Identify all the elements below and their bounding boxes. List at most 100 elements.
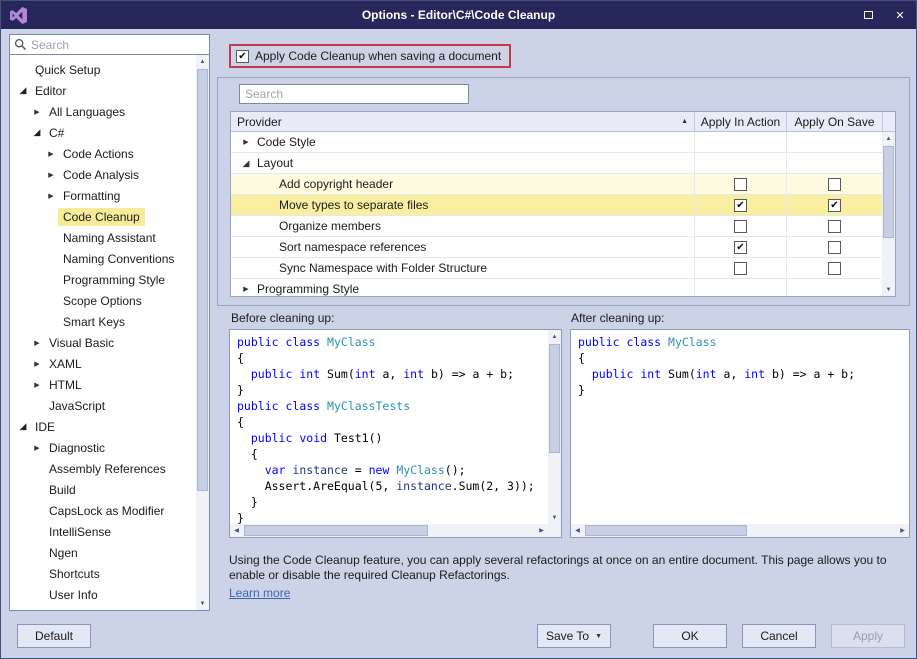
- sidebar-item-html[interactable]: ▶HTML: [10, 374, 209, 395]
- sidebar-item-ide[interactable]: ◢IDE: [10, 416, 209, 437]
- ok-button[interactable]: OK: [653, 624, 727, 648]
- expand-arrow-icon[interactable]: ▶: [30, 339, 44, 347]
- scrollbar-thumb[interactable]: [197, 69, 208, 491]
- tree-scrollbar[interactable]: ▲ ▼: [196, 55, 209, 610]
- sidebar-item-javascript[interactable]: JavaScript: [10, 395, 209, 416]
- learn-more-link[interactable]: Learn more: [229, 586, 290, 600]
- scrollbar-thumb[interactable]: [585, 525, 747, 536]
- scrollbar-thumb[interactable]: [883, 146, 894, 238]
- scroll-left-arrow-icon[interactable]: ◀: [571, 524, 584, 537]
- grid-row-organize-members[interactable]: Organize members: [231, 216, 882, 237]
- apply-in-action-checkbox[interactable]: [734, 178, 747, 191]
- sidebar-item-user-info[interactable]: User Info: [10, 584, 209, 605]
- apply-on-save-checkbox[interactable]: [828, 178, 841, 191]
- sidebar-item-editor[interactable]: ◢Editor: [10, 80, 209, 101]
- close-button[interactable]: ✕: [884, 1, 916, 29]
- collapse-arrow-icon[interactable]: ◢: [239, 158, 253, 169]
- scroll-down-arrow-icon[interactable]: ▼: [548, 511, 561, 524]
- apply-on-save-checkbox[interactable]: [828, 220, 841, 233]
- apply-code-cleanup-checkbox[interactable]: ✔: [236, 50, 249, 63]
- apply-on-save-checkbox[interactable]: [828, 262, 841, 275]
- apply-on-save-column-header[interactable]: Apply On Save: [786, 112, 882, 131]
- apply-in-action-column-header[interactable]: Apply In Action: [694, 112, 786, 131]
- sidebar-item-code-analysis[interactable]: ▶Code Analysis: [10, 164, 209, 185]
- grid-row-add-copyright-header[interactable]: Add copyright header: [231, 174, 882, 195]
- grid-row-code-style[interactable]: ▶Code Style: [231, 132, 882, 153]
- apply-in-action-checkbox[interactable]: [734, 262, 747, 275]
- checkbox-cell: ✔: [694, 237, 786, 257]
- sidebar-item-code-cleanup[interactable]: Code Cleanup: [10, 206, 209, 227]
- sidebar-item-diagnostic[interactable]: ▶Diagnostic: [10, 437, 209, 458]
- expand-arrow-icon[interactable]: ▶: [44, 192, 58, 200]
- sidebar-item-naming-assistant[interactable]: Naming Assistant: [10, 227, 209, 248]
- scrollbar-thumb[interactable]: [549, 344, 560, 453]
- expand-arrow-icon[interactable]: ▶: [30, 381, 44, 389]
- sidebar-search-input[interactable]: [27, 38, 209, 52]
- sidebar-item-visual-basic[interactable]: ▶Visual Basic: [10, 332, 209, 353]
- grid-row-layout[interactable]: ◢Layout: [231, 153, 882, 174]
- grid-row-move-types-to-separate-files[interactable]: Move types to separate files✔✔: [231, 195, 882, 216]
- apply-in-action-checkbox[interactable]: [734, 220, 747, 233]
- scroll-up-arrow-icon[interactable]: ▲: [882, 132, 895, 145]
- apply-on-save-checkbox[interactable]: ✔: [828, 199, 841, 212]
- apply-on-save-setting[interactable]: ✔ Apply Code Cleanup when saving a docum…: [229, 44, 511, 68]
- scroll-up-arrow-icon[interactable]: ▲: [548, 330, 561, 343]
- sidebar-item-c[interactable]: ◢C#: [10, 122, 209, 143]
- before-code-panel: public class MyClass{ public int Sum(int…: [229, 329, 562, 538]
- sidebar-item-label: Diagnostic: [44, 439, 110, 457]
- sidebar-item-quick-setup[interactable]: Quick Setup: [10, 59, 209, 80]
- apply-in-action-checkbox[interactable]: ✔: [734, 199, 747, 212]
- scroll-left-arrow-icon[interactable]: ◀: [230, 524, 243, 537]
- save-to-button[interactable]: Save To ▼: [537, 624, 611, 648]
- sidebar-item-all-languages[interactable]: ▶All Languages: [10, 101, 209, 122]
- provider-search-input[interactable]: [240, 87, 468, 101]
- collapse-arrow-icon[interactable]: ◢: [16, 421, 30, 432]
- grid-scrollbar[interactable]: ▲ ▼: [882, 132, 895, 296]
- expand-arrow-icon[interactable]: ▶: [30, 444, 44, 452]
- after-horizontal-scrollbar[interactable]: ◀ ▶: [571, 524, 909, 537]
- sidebar-item-label: Smart Keys: [58, 313, 130, 331]
- collapse-arrow-icon[interactable]: ◢: [16, 85, 30, 96]
- sidebar-item-formatting[interactable]: ▶Formatting: [10, 185, 209, 206]
- collapse-arrow-icon[interactable]: ◢: [30, 127, 44, 138]
- maximize-button[interactable]: [852, 1, 884, 29]
- expand-arrow-icon[interactable]: ▶: [239, 138, 253, 146]
- apply-button[interactable]: Apply: [831, 624, 905, 648]
- sidebar-item-xaml[interactable]: ▶XAML: [10, 353, 209, 374]
- scroll-right-arrow-icon[interactable]: ▶: [535, 524, 548, 537]
- sidebar-item-ngen[interactable]: Ngen: [10, 542, 209, 563]
- sidebar-item-shortcuts[interactable]: Shortcuts: [10, 563, 209, 584]
- grid-row-sync-namespace-with-folder-structure[interactable]: Sync Namespace with Folder Structure: [231, 258, 882, 279]
- cancel-button[interactable]: Cancel: [742, 624, 816, 648]
- sidebar-item-naming-conventions[interactable]: Naming Conventions: [10, 248, 209, 269]
- scroll-right-arrow-icon[interactable]: ▶: [896, 524, 909, 537]
- expand-arrow-icon[interactable]: ▶: [44, 150, 58, 158]
- sidebar-item-intellisense[interactable]: IntelliSense: [10, 521, 209, 542]
- apply-on-save-checkbox[interactable]: [828, 241, 841, 254]
- before-horizontal-scrollbar[interactable]: ◀ ▶: [230, 524, 548, 537]
- sidebar-item-capslock-as-modifier[interactable]: CapsLock as Modifier: [10, 500, 209, 521]
- after-code: public class MyClass{ public int Sum(int…: [571, 330, 909, 524]
- before-vertical-scrollbar[interactable]: ▲ ▼: [548, 330, 561, 524]
- sidebar-item-build[interactable]: Build: [10, 479, 209, 500]
- grid-row-programming-style[interactable]: ▶Programming Style: [231, 279, 882, 297]
- sidebar-item-programming-style[interactable]: Programming Style: [10, 269, 209, 290]
- sidebar-item-assembly-references[interactable]: Assembly References: [10, 458, 209, 479]
- scrollbar-thumb[interactable]: [244, 525, 428, 536]
- sidebar-item-smart-keys[interactable]: Smart Keys: [10, 311, 209, 332]
- expand-arrow-icon[interactable]: ▶: [30, 360, 44, 368]
- grid-row-sort-namespace-references[interactable]: Sort namespace references✔: [231, 237, 882, 258]
- scroll-down-arrow-icon[interactable]: ▼: [196, 597, 209, 610]
- options-tree: Quick Setup◢Editor▶All Languages◢C#▶Code…: [9, 55, 210, 611]
- scroll-up-arrow-icon[interactable]: ▲: [196, 55, 209, 68]
- expand-arrow-icon[interactable]: ▶: [239, 285, 253, 293]
- apply-in-action-checkbox[interactable]: ✔: [734, 241, 747, 254]
- visual-studio-logo-icon: [10, 7, 27, 24]
- sidebar-item-scope-options[interactable]: Scope Options: [10, 290, 209, 311]
- scroll-down-arrow-icon[interactable]: ▼: [882, 283, 895, 296]
- default-button[interactable]: Default: [17, 624, 91, 648]
- provider-column-header[interactable]: Provider ▲: [231, 112, 694, 131]
- expand-arrow-icon[interactable]: ▶: [30, 108, 44, 116]
- expand-arrow-icon[interactable]: ▶: [44, 171, 58, 179]
- sidebar-item-code-actions[interactable]: ▶Code Actions: [10, 143, 209, 164]
